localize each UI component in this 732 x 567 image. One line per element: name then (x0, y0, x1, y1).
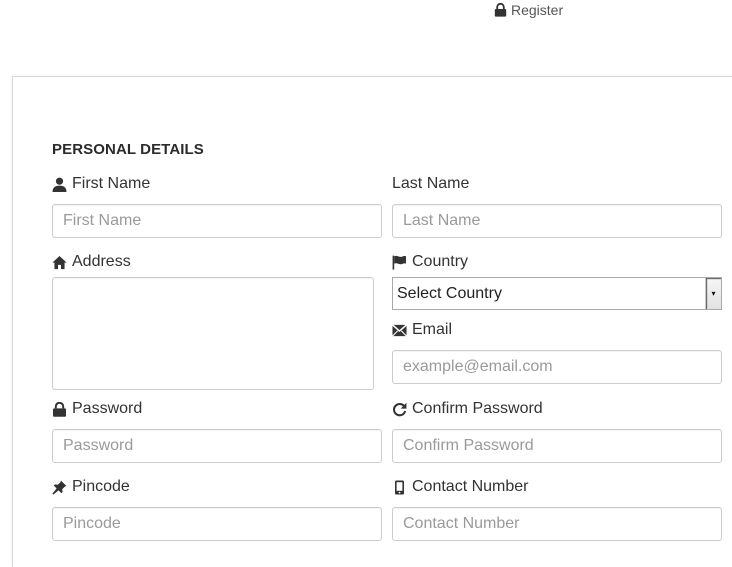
password-label: Password (52, 400, 142, 418)
pincode-label-text: Pincode (72, 478, 130, 495)
country-label: Country (392, 253, 468, 271)
pushpin-icon (52, 480, 67, 495)
email-label-text: Email (412, 321, 453, 338)
first-name-label-text: First Name (72, 175, 151, 192)
confirm-password-input[interactable] (392, 429, 722, 463)
contact-number-input[interactable] (392, 507, 722, 541)
confirm-password-label-text: Confirm Password (412, 400, 543, 417)
contact-number-label: Contact Number (392, 478, 529, 496)
country-label-text: Country (412, 253, 469, 270)
top-bar: Register (0, 0, 732, 60)
last-name-input[interactable] (392, 204, 722, 238)
email-input[interactable] (392, 350, 722, 384)
envelope-icon (392, 323, 407, 337)
password-input[interactable] (52, 429, 382, 463)
pincode-input[interactable] (52, 507, 382, 541)
user-icon (52, 177, 67, 192)
register-label: Register (511, 2, 564, 18)
pincode-label: Pincode (52, 478, 130, 496)
address-label: Address (52, 253, 131, 271)
country-select-value: Select Country (397, 284, 502, 302)
phone-icon (395, 480, 404, 494)
register-link[interactable]: Register (494, 2, 563, 18)
flag-icon (392, 255, 406, 270)
country-select[interactable]: Select Country ▾ (392, 277, 722, 310)
address-textarea[interactable] (52, 277, 374, 390)
last-name-label-text: Last Name (392, 175, 470, 192)
section-title: PERSONAL DETAILS (52, 141, 204, 158)
last-name-label: Last Name (392, 175, 469, 193)
lock-icon (494, 3, 507, 17)
address-label-text: Address (72, 253, 131, 270)
contact-number-label-text: Contact Number (412, 478, 529, 495)
refresh-icon (393, 402, 407, 416)
chevron-down-icon[interactable]: ▾ (705, 278, 721, 309)
lock-icon (53, 401, 66, 417)
first-name-input[interactable] (52, 204, 382, 238)
password-label-text: Password (72, 400, 143, 417)
email-label: Email (392, 321, 452, 339)
home-icon (52, 255, 67, 269)
confirm-password-label: Confirm Password (392, 400, 543, 418)
first-name-label: First Name (52, 175, 150, 193)
